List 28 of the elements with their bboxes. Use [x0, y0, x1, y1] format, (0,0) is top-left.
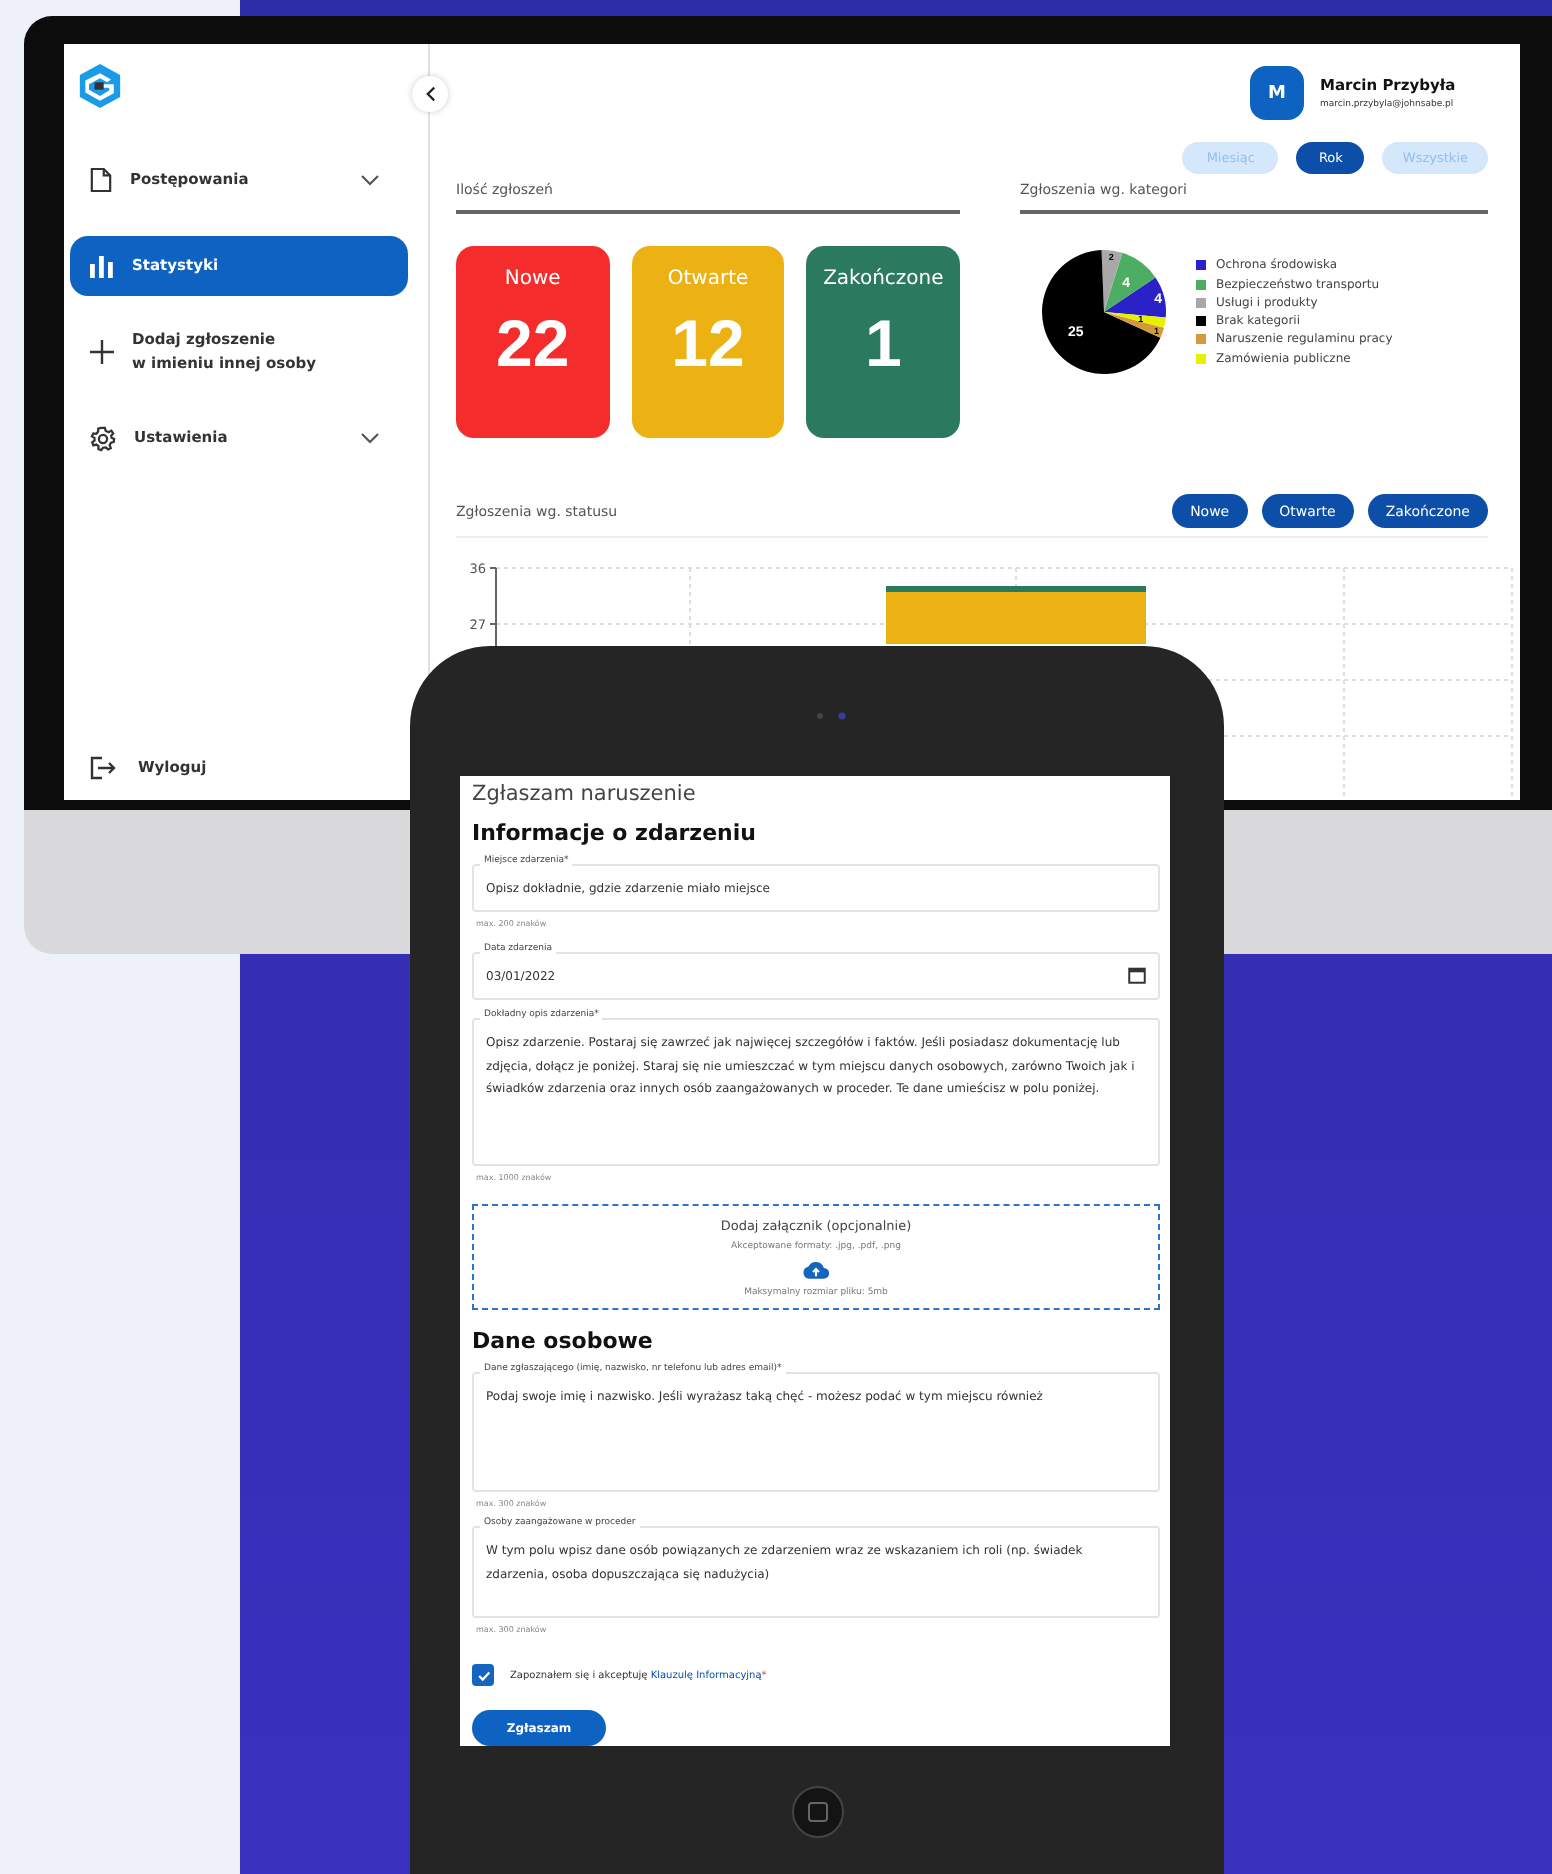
section-heading: Informacje o zdarzeniu — [472, 820, 758, 846]
legend-swatch — [1196, 334, 1206, 345]
form-title: Zgłaszam naruszenie — [472, 782, 698, 806]
card-label: Otwarte — [667, 268, 749, 290]
document-icon — [90, 166, 112, 194]
avatar[interactable]: M — [1250, 66, 1304, 120]
card-label: Zakończone — [823, 268, 944, 290]
legend-swatch — [1196, 279, 1206, 290]
upload-cloud-icon — [802, 1259, 830, 1280]
plus-icon — [90, 340, 114, 364]
home-button[interactable] — [791, 1786, 843, 1838]
legend-swatch — [1196, 353, 1206, 364]
card-value: 22 — [495, 306, 570, 382]
bar-chart-icon — [90, 254, 114, 278]
card-value: 1 — [865, 306, 902, 382]
collapse-button[interactable] — [412, 76, 448, 112]
legend-swatch — [1196, 297, 1206, 308]
legend-swatch — [1196, 316, 1206, 327]
settings-icon — [90, 425, 116, 451]
logo-icon — [78, 62, 122, 110]
legend-swatch — [1196, 260, 1206, 271]
card-label: Nowe — [504, 268, 561, 290]
checkbox[interactable] — [472, 1664, 494, 1687]
calendar-icon — [1128, 966, 1146, 984]
logout-icon — [90, 756, 118, 780]
section-heading: Dane osobowe — [472, 1328, 655, 1355]
card-value: 12 — [671, 306, 745, 382]
chevron-left-icon — [425, 86, 435, 102]
